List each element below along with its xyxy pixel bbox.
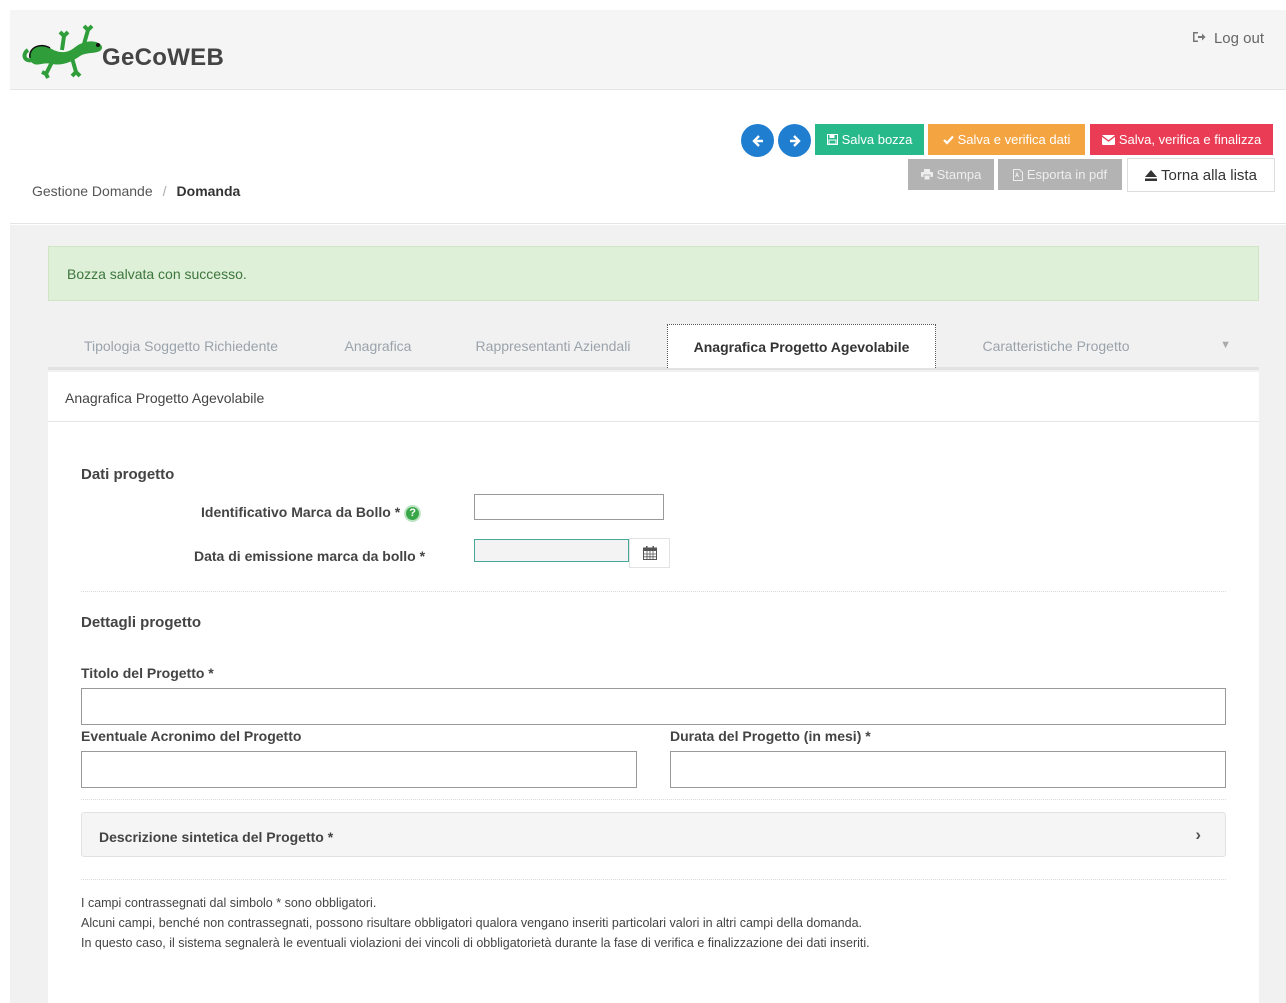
tab-rappresentanti-aziendali[interactable]: Rappresentanti Aziendali xyxy=(442,324,664,367)
print-icon xyxy=(920,169,933,180)
tab-label: Anagrafica Progetto Agevolabile xyxy=(693,338,910,355)
tab-label: Caratteristiche Progetto xyxy=(982,337,1130,354)
durata-input[interactable] xyxy=(670,751,1226,788)
save-draft-label: Salva bozza xyxy=(841,132,913,147)
descrizione-accordion[interactable]: Descrizione sintetica del Progetto * › xyxy=(81,812,1226,857)
note-line: In questo caso, il sistema segnalerà le … xyxy=(81,936,870,950)
back-to-list-button[interactable]: Torna alla lista xyxy=(1127,158,1275,192)
tab-label: Rappresentanti Aziendali xyxy=(475,337,631,354)
breadcrumb-parent[interactable]: Gestione Domande xyxy=(32,183,153,199)
durata-label: Durata del Progetto (in mesi) * xyxy=(670,728,871,744)
sign-out-icon xyxy=(1192,30,1206,47)
floppy-disk-icon xyxy=(826,134,838,145)
print-button[interactable]: Stampa xyxy=(908,159,994,190)
eject-icon xyxy=(1145,169,1158,181)
tab-caratteristiche-progetto[interactable]: Caratteristiche Progetto xyxy=(936,324,1176,367)
tabs-dropdown-caret-icon[interactable]: ▼ xyxy=(1220,339,1231,351)
arrow-left-icon xyxy=(751,134,763,147)
titolo-label: Titolo del Progetto * xyxy=(81,665,214,681)
logout-link[interactable]: Log out xyxy=(1192,30,1264,47)
note-line: Alcuni campi, benché non contrassegnati,… xyxy=(81,916,862,930)
success-alert: Bozza salvata con successo. xyxy=(48,246,1259,301)
tab-label: Tipologia Soggetto Richiedente xyxy=(83,337,279,354)
envelope-icon xyxy=(1101,134,1115,145)
tab-bar: Tipologia Soggetto Richiedente Anagrafic… xyxy=(48,324,1259,370)
save-draft-button[interactable]: Salva bozza xyxy=(815,124,924,155)
brand-name: GeCoWEB xyxy=(102,44,225,71)
tab-tipologia-soggetto[interactable]: Tipologia Soggetto Richiedente xyxy=(48,324,314,367)
back-to-list-label: Torna alla lista xyxy=(1161,166,1257,184)
acronimo-input[interactable] xyxy=(81,751,637,788)
save-verify-finalize-button[interactable]: Salva, verifica e finalizza xyxy=(1090,124,1273,155)
accordion-title: Descrizione sintetica del Progetto * xyxy=(99,829,334,845)
section-dettagli-progetto: Dettagli progetto xyxy=(81,614,201,631)
divider xyxy=(81,879,1226,880)
marca-date-label: Data di emissione marca da bollo * xyxy=(194,548,426,564)
save-verify-finalize-label: Salva, verifica e finalizza xyxy=(1118,132,1262,147)
calendar-button[interactable] xyxy=(629,538,670,568)
gecko-logo-icon xyxy=(22,24,103,79)
titolo-input[interactable] xyxy=(81,688,1226,725)
chevron-right-icon: › xyxy=(1195,825,1201,844)
logout-label: Log out xyxy=(1213,30,1264,47)
previous-button[interactable] xyxy=(741,124,774,157)
tab-anagrafica-progetto[interactable]: Anagrafica Progetto Agevolabile xyxy=(667,324,936,368)
marca-date-input[interactable] xyxy=(474,539,629,562)
arrow-right-icon xyxy=(789,134,801,147)
toolbar-area: Gestione Domande / Domanda xyxy=(10,90,1286,224)
save-verify-label: Salva e verifica dati xyxy=(957,132,1071,147)
divider xyxy=(81,799,1226,800)
marca-id-input[interactable] xyxy=(474,494,664,520)
section-dati-progetto: Dati progetto xyxy=(81,466,175,483)
panel-title: Anagrafica Progetto Agevolabile xyxy=(48,372,1259,422)
note-line: I campi contrassegnati dal simbolo * son… xyxy=(81,896,377,910)
breadcrumb-current: Domanda xyxy=(176,183,241,199)
next-button[interactable] xyxy=(778,124,811,157)
save-verify-button[interactable]: Salva e verifica dati xyxy=(928,124,1085,155)
tab-anagrafica[interactable]: Anagrafica xyxy=(314,324,442,367)
divider xyxy=(81,591,1226,592)
export-pdf-button[interactable]: Esporta in pdf xyxy=(998,159,1122,190)
calendar-icon xyxy=(642,546,657,560)
marca-id-label-text: Identificativo Marca da Bollo * xyxy=(201,504,401,520)
marca-id-label: Identificativo Marca da Bollo *? xyxy=(201,504,422,522)
acronimo-label: Eventuale Acronimo del Progetto xyxy=(81,728,302,744)
print-label: Stampa xyxy=(936,167,982,182)
export-pdf-label: Esporta in pdf xyxy=(1026,167,1108,182)
help-icon[interactable]: ? xyxy=(404,504,422,522)
required-fields-notes: I campi contrassegnati dal simbolo * son… xyxy=(81,893,1221,953)
tab-label: Anagrafica xyxy=(344,337,412,354)
breadcrumb: Gestione Domande / Domanda xyxy=(32,183,240,199)
alert-message: Bozza salvata con successo. xyxy=(67,266,247,282)
pdf-file-icon xyxy=(1012,168,1023,181)
check-icon xyxy=(942,135,954,145)
breadcrumb-separator: / xyxy=(162,183,167,199)
app-header: GeCoWEB Log out xyxy=(10,10,1286,90)
